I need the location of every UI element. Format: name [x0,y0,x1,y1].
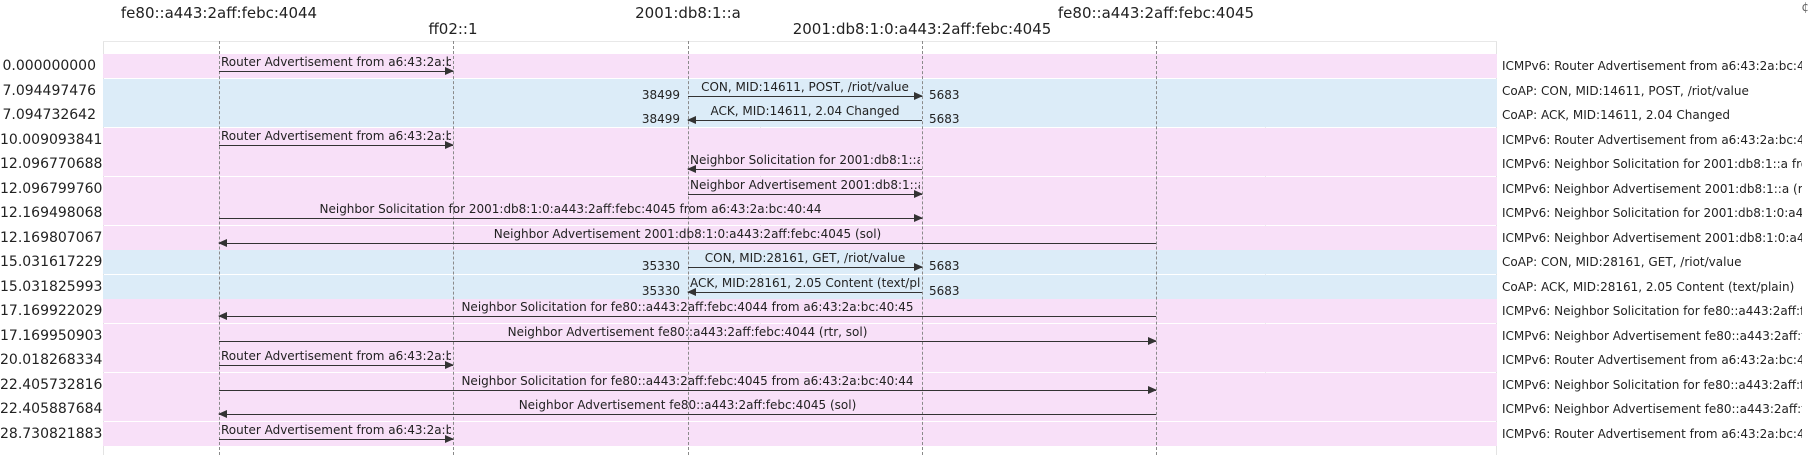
message-arrow[interactable] [219,434,454,443]
row-time[interactable]: 20.018268334 [0,348,102,372]
message-arrow[interactable] [688,91,923,100]
row-comment[interactable]: ICMPv6: Router Advertisement from a6:43:… [1502,128,1802,152]
row-time[interactable]: 28.730821883 [0,422,102,446]
message-label[interactable]: Neighbor Advertisement fe80::a443:2aff:f… [221,398,1154,412]
message-arrow[interactable] [219,336,1157,345]
message-arrow[interactable] [218,312,1156,320]
row-comment[interactable]: ICMPv6: Router Advertisement from a6:43:… [1502,422,1802,446]
host-label-h4: fe80::a443:2aff:febc:4045 [1057,4,1255,22]
host-label-h2: 2001:db8:1::a [635,4,741,22]
message-arrow[interactable] [219,385,1157,394]
message-label[interactable]: Neighbor Advertisement fe80::a443:2aff:f… [221,325,1154,339]
message-label[interactable]: Router Advertisement from a6:43:2a:bc... [221,129,451,143]
message-arrow[interactable] [219,361,454,369]
message-arrow[interactable] [687,287,922,296]
message-label[interactable]: ACK, MID:14611, 2.04 Changed [690,104,920,118]
message-label[interactable]: Router Advertisement from a6:43:2a:bc... [221,55,451,69]
row-time[interactable]: 17.169950903 [0,324,102,348]
row-comment[interactable]: ICMPv6: Router Advertisement from a6:43:… [1502,348,1802,372]
message-label[interactable]: Neighbor Advertisement 2001:db8:1::a (r.… [690,178,920,192]
row-comment[interactable]: CoAP: ACK, MID:28161, 2.05 Content (text… [1502,275,1802,299]
message-label[interactable]: Neighbor Solicitation for 2001:db8:1:0:a… [221,202,920,216]
row-comment[interactable]: CoAP: CON, MID:28161, GET, /riot/value [1502,250,1802,274]
message-label[interactable]: CON, MID:14611, POST, /riot/value [690,80,920,94]
message-label[interactable]: Router Advertisement from a6:43:2a:bc... [221,349,451,363]
row-comment[interactable]: ICMPv6: Neighbor Solicitation for fe80::… [1502,299,1802,323]
row-comment[interactable]: CoAP: CON, MID:14611, POST, /riot/value [1502,79,1802,103]
lifeline-h2 [688,41,689,455]
flow-sequence-diagram[interactable]: ¢ fe80::a443:2aff:febc:4044ff02::1 2001:d… [0,0,1809,455]
row-comment[interactable]: ICMPv6: Neighbor Solicitation for fe80::… [1502,373,1802,397]
row-time[interactable]: 10.009093841 [0,128,102,152]
message-label[interactable]: Neighbor Solicitation for fe80::a443:2af… [221,300,1154,314]
source-port: 35330 [641,259,680,273]
row-comment[interactable]: CoAP: ACK, MID:14611, 2.04 Changed [1502,103,1802,127]
message-label[interactable]: ACK, MID:28161, 2.05 Content (text/plain… [690,276,920,290]
message-label[interactable]: Neighbor Solicitation for fe80::a443:2af… [221,374,1154,388]
row-time[interactable]: 12.169498068 [0,201,102,225]
message-arrow[interactable] [687,165,922,173]
row-comment[interactable]: ICMPv6: Neighbor Advertisement 2001:db8:… [1502,226,1802,250]
row-time[interactable]: 12.096770688 [0,152,102,176]
message-arrow[interactable] [219,67,454,75]
message-arrow[interactable] [218,238,1156,247]
message-label[interactable]: Router Advertisement from a6:43:2a:bc... [221,423,451,437]
message-arrow[interactable] [688,263,923,271]
lifeline-h0 [219,41,220,455]
row-time[interactable]: 12.169807067 [0,226,102,250]
row-time[interactable]: 7.094497476 [0,79,96,103]
row-time[interactable]: 12.096799760 [0,177,102,201]
source-port: 35330 [641,283,680,298]
source-port: 38499 [641,112,680,126]
row-time[interactable]: 22.405887684 [0,397,102,421]
row-comment[interactable]: ICMPv6: Neighbor Solicitation for 2001:d… [1502,201,1802,225]
message-arrow[interactable] [687,116,922,124]
message-arrow[interactable] [219,140,454,149]
row-time[interactable]: 17.169922029 [0,299,102,323]
destination-port: 5683 [929,112,960,126]
row-comment[interactable]: ICMPv6: Neighbor Solicitation for 2001:d… [1502,152,1802,176]
overflow-glyph: ¢ [1801,0,1809,14]
message-arrow[interactable] [688,189,923,198]
destination-port: 5683 [929,259,960,273]
source-port: 38499 [641,87,680,102]
row-time[interactable]: 0.000000000 [0,54,96,78]
host-label-h3: 2001:db8:1:0:a443:2aff:febc:4045 [792,20,1052,38]
message-arrow[interactable] [219,214,923,222]
message-label[interactable]: CON, MID:28161, GET, /riot/value [690,251,920,265]
message-label[interactable]: Neighbor Advertisement 2001:db8:1:0:a443… [221,227,1154,241]
row-comment[interactable]: ICMPv6: Neighbor Advertisement 2001:db8:… [1502,177,1802,201]
row-comment[interactable]: ICMPv6: Router Advertisement from a6:43:… [1502,54,1802,78]
row-time[interactable]: 15.031617229 [0,250,102,274]
lifeline-h3 [922,41,923,455]
row-time[interactable]: 22.405732816 [0,373,102,397]
row-time[interactable]: 7.094732642 [0,103,96,127]
destination-port: 5683 [929,87,960,102]
host-label-h0: fe80::a443:2aff:febc:4044 [120,4,318,22]
message-arrow[interactable] [218,410,1156,418]
row-comment[interactable]: ICMPv6: Neighbor Advertisement fe80::a44… [1502,397,1802,421]
row-time[interactable]: 15.031825993 [0,275,102,299]
row-comment[interactable]: ICMPv6: Neighbor Advertisement fe80::a44… [1502,324,1802,348]
message-label[interactable]: Neighbor Solicitation for 2001:db8:1::a … [690,153,920,167]
host-label-h1: ff02::1 [428,20,478,38]
destination-port: 5683 [929,283,960,298]
lifeline-h1 [453,41,454,455]
